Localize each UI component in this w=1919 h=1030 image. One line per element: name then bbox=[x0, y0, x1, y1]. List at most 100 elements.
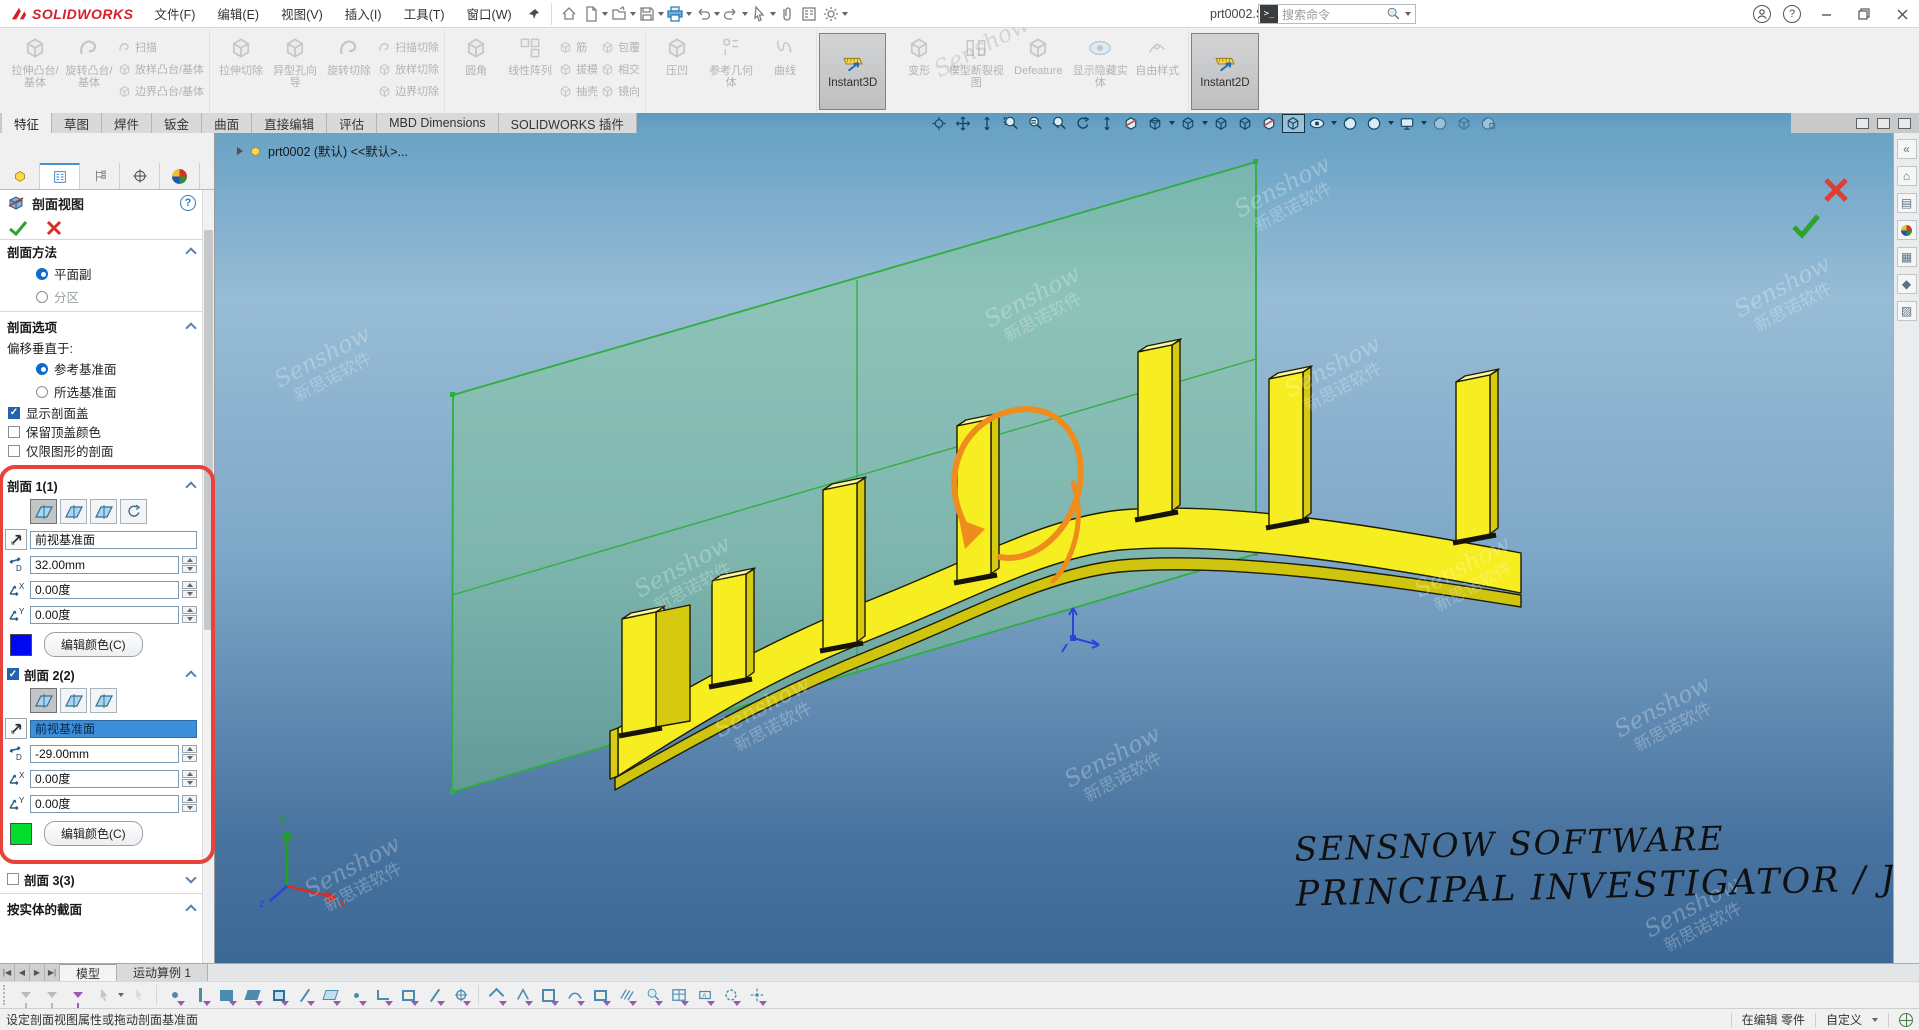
filter-notes-icon[interactable] bbox=[537, 984, 560, 1006]
filter-centerpoints-icon[interactable] bbox=[423, 984, 446, 1006]
section2-plane-field[interactable]: 前视基准面 bbox=[30, 720, 197, 738]
view-up-down-icon[interactable] bbox=[1096, 114, 1119, 133]
save-button[interactable] bbox=[636, 3, 658, 25]
appearances-scenes-icon[interactable]: ◆ bbox=[1897, 274, 1917, 294]
instant2d-button[interactable]: Instant2D bbox=[1191, 33, 1258, 110]
previous-view-icon[interactable] bbox=[1048, 114, 1071, 133]
section-by-body-header[interactable]: 按实体的截面 bbox=[0, 897, 202, 919]
zoom-to-fit-icon[interactable] bbox=[928, 114, 951, 133]
tab-mbd-dimensions[interactable]: MBD Dimensions bbox=[377, 113, 499, 133]
section2-angle-y-field[interactable]: 0.00度 bbox=[30, 795, 179, 813]
tab-weldments[interactable]: 焊件 bbox=[102, 113, 152, 133]
pan-icon[interactable] bbox=[952, 114, 975, 133]
flyout-feature-tree[interactable]: prt0002 (默认) <<默认>... bbox=[237, 141, 408, 160]
magnified-selection-icon[interactable] bbox=[127, 984, 150, 1006]
view-settings-icon[interactable] bbox=[1396, 114, 1419, 133]
instant3d-button[interactable]: Instant3D bbox=[819, 33, 886, 110]
clear-filters-icon[interactable] bbox=[40, 984, 63, 1006]
tab-scroll-last-button[interactable]: ▶| bbox=[45, 964, 60, 981]
freeform-button[interactable]: 自由样式 bbox=[1131, 32, 1183, 77]
section2-edit-color-button[interactable]: 编辑颜色(C) bbox=[44, 821, 143, 846]
filter-weld-beads-icon[interactable] bbox=[563, 984, 586, 1006]
tab-scroll-right-button[interactable]: ▶ bbox=[30, 964, 45, 981]
section2-plane-yz-button[interactable] bbox=[90, 688, 117, 713]
tab-display-manager[interactable] bbox=[160, 163, 200, 189]
fillet-button[interactable]: 圆角 bbox=[450, 32, 502, 77]
file-explorer-icon[interactable] bbox=[1897, 220, 1917, 240]
section2-angle-y-spinner[interactable] bbox=[182, 795, 197, 812]
section2-color-swatch[interactable] bbox=[10, 823, 32, 845]
zoom-to-area-icon[interactable] bbox=[1000, 114, 1023, 133]
home-button[interactable] bbox=[558, 3, 580, 25]
tab-property-manager[interactable] bbox=[40, 163, 80, 189]
rib-button[interactable]: 筋 bbox=[558, 38, 598, 56]
filter-dimensions-icon[interactable] bbox=[485, 984, 508, 1006]
swept-cut-button[interactable]: 扫描切除 bbox=[377, 38, 439, 56]
search-dropdown-icon[interactable] bbox=[1405, 12, 1411, 16]
section1-angle-y-spinner[interactable] bbox=[182, 606, 197, 623]
deform-button[interactable]: 变形 bbox=[893, 32, 945, 77]
cancel-button[interactable] bbox=[46, 220, 62, 236]
checkbox-show-section-cap[interactable]: ✓显示剖面盖 bbox=[0, 403, 202, 422]
tab-sketch[interactable]: 草图 bbox=[52, 113, 102, 133]
filter-blocks-icon[interactable] bbox=[589, 984, 612, 1006]
swept-boss-button[interactable]: 扫描 bbox=[117, 38, 204, 56]
doc-restore-icon[interactable] bbox=[1898, 118, 1911, 129]
menu-insert[interactable]: 插入(I) bbox=[334, 0, 393, 28]
resources-icon[interactable]: ⌂ bbox=[1897, 166, 1917, 186]
toggle-filters-icon[interactable] bbox=[66, 984, 89, 1006]
panel-help-icon[interactable]: ? bbox=[180, 195, 196, 211]
filter-annotations-icon[interactable] bbox=[511, 984, 534, 1006]
pin-menu-icon[interactable] bbox=[523, 3, 545, 25]
tree-expand-icon[interactable] bbox=[237, 147, 243, 155]
section1-plane-field[interactable]: 前视基准面 bbox=[30, 531, 197, 549]
checkbox-keep-cap-color[interactable]: 保留顶盖颜色 bbox=[0, 422, 202, 441]
confirmation-ok-icon[interactable] bbox=[1791, 213, 1821, 239]
section1-plane-xy-button[interactable] bbox=[30, 499, 57, 524]
tab-features[interactable]: 特征 bbox=[2, 113, 52, 133]
restore-button[interactable] bbox=[1851, 4, 1877, 24]
revolved-boss-button[interactable]: 旋转凸台/基体 bbox=[63, 32, 115, 89]
redo-button[interactable] bbox=[720, 3, 742, 25]
tab-sheet-metal[interactable]: 钣金 bbox=[152, 113, 202, 133]
section-options-header[interactable]: 剖面选项 bbox=[0, 315, 202, 337]
display-style-hlr-icon[interactable] bbox=[1234, 114, 1257, 133]
tab-surfaces[interactable]: 曲面 bbox=[202, 113, 252, 133]
attachments-button[interactable] bbox=[776, 3, 798, 25]
tab-solidworks-addins[interactable]: SOLIDWORKS 插件 bbox=[499, 113, 637, 133]
filter-routing-points-icon[interactable] bbox=[745, 984, 768, 1006]
curves-button[interactable]: 曲线 bbox=[759, 32, 811, 77]
doc-minimize-icon[interactable] bbox=[1877, 118, 1890, 129]
section2-distance-spinner[interactable] bbox=[182, 745, 197, 762]
tab-dimxpert-manager[interactable] bbox=[120, 163, 160, 189]
extruded-cut-button[interactable]: 拉伸切除 bbox=[215, 32, 267, 77]
tab-evaluate[interactable]: 评估 bbox=[327, 113, 377, 133]
print-button[interactable] bbox=[664, 3, 686, 25]
tab-motion-study[interactable]: 运动算例 1 bbox=[117, 964, 208, 981]
model-break-view-button[interactable]: 模型断裂视图 bbox=[947, 32, 1005, 89]
linear-pattern-button[interactable]: 线性阵列 bbox=[504, 32, 556, 77]
section2-distance-field[interactable]: -29.00mm bbox=[30, 745, 179, 763]
lofted-cut-button[interactable]: 放样切除 bbox=[377, 60, 439, 78]
tab-feature-manager[interactable] bbox=[0, 163, 40, 189]
tab-model[interactable]: 模型 bbox=[60, 964, 117, 981]
filter-vertices-icon[interactable] bbox=[163, 984, 186, 1006]
filter-tables-icon[interactable] bbox=[667, 984, 690, 1006]
intersect-button[interactable]: 相交 bbox=[600, 60, 640, 78]
section1-angle-y-field[interactable]: 0.00度 bbox=[30, 606, 179, 624]
customize-dropdown-icon[interactable] bbox=[1872, 1018, 1878, 1022]
view-settings-dropdown-icon[interactable] bbox=[1421, 121, 1427, 125]
filter-sketch-segments-icon[interactable] bbox=[371, 984, 394, 1006]
tab-direct-editing[interactable]: 直接编辑 bbox=[252, 113, 327, 133]
checkbox-graphics-only[interactable]: 仅限图形的剖面 bbox=[0, 441, 202, 460]
select-cursor-dropdown-icon[interactable] bbox=[118, 993, 124, 997]
search-box[interactable]: >_ 搜索命令 bbox=[1258, 4, 1416, 24]
options-dropdown-icon[interactable] bbox=[842, 12, 848, 16]
confirmation-cancel-icon[interactable] bbox=[1821, 175, 1851, 205]
filter-planes-icon[interactable] bbox=[319, 984, 342, 1006]
status-customize[interactable]: 自定义 bbox=[1826, 1011, 1862, 1028]
apply-scene-icon[interactable] bbox=[1363, 114, 1386, 133]
open-button[interactable] bbox=[608, 3, 630, 25]
properties-button[interactable] bbox=[798, 3, 820, 25]
radio-planar[interactable]: 平面副 bbox=[0, 262, 202, 285]
